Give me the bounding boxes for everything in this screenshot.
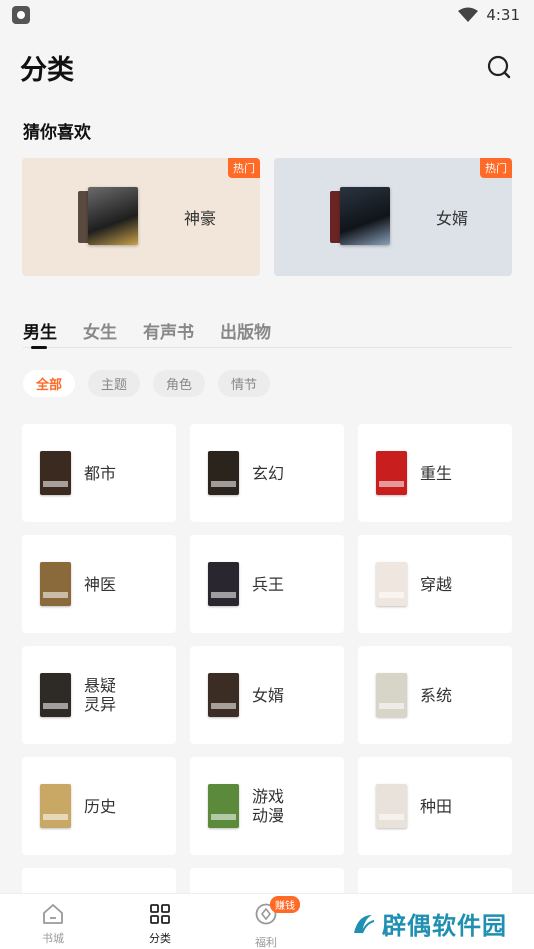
category-label: 悬疑灵异 [84, 676, 117, 714]
book-cover [208, 562, 239, 606]
category-cell[interactable]: 都市 [22, 424, 176, 522]
page-title: 分类 [20, 54, 74, 86]
book-cover [88, 187, 138, 245]
book-cover [376, 673, 407, 717]
hot-badge: 热门 [228, 158, 260, 178]
nav-label: 分类 [149, 932, 171, 945]
nav-welfare[interactable]: 赚钱 福利 [236, 896, 300, 949]
chip-role[interactable]: 角色 [153, 370, 206, 397]
app-notification-icon [12, 6, 30, 24]
status-bar: 4:31 [0, 0, 534, 30]
home-icon [43, 904, 63, 924]
filter-chips: 全部 主题 角色 情节 [23, 370, 271, 397]
category-label: 系统 [420, 685, 453, 705]
category-label: 兵王 [252, 574, 285, 594]
section-title-guess: 猜你喜欢 [23, 123, 91, 143]
category-cell[interactable]: 重生 [358, 424, 512, 522]
book-covers [330, 187, 400, 247]
earn-badge: 赚钱 [270, 896, 300, 913]
hot-badge: 热门 [480, 158, 512, 178]
watermark: 辟偶软件园 [350, 906, 507, 941]
recommend-card-nvxu[interactable]: 女婿 热门 [274, 158, 512, 276]
tab-publication[interactable]: 出版物 [220, 318, 271, 348]
nav-label: 书城 [42, 932, 64, 945]
category-label: 玄幻 [252, 463, 285, 483]
category-label: 历史 [84, 796, 117, 816]
category-label: 游戏动漫 [252, 787, 285, 825]
book-cover [376, 451, 407, 495]
category-label: 都市 [84, 463, 117, 483]
category-cell[interactable]: 系统 [358, 646, 512, 744]
category-cell[interactable]: 种田 [358, 757, 512, 855]
book-cover [40, 451, 71, 495]
category-label: 神医 [84, 574, 117, 594]
category-label: 穿越 [420, 574, 453, 594]
category-cell[interactable]: 神医 [22, 535, 176, 633]
category-cell[interactable]: 兵王 [190, 535, 344, 633]
category-label: 重生 [420, 463, 453, 483]
book-covers [78, 187, 148, 247]
watermark-text: 辟偶软件园 [382, 912, 507, 940]
chip-plot[interactable]: 情节 [218, 370, 271, 397]
chip-all[interactable]: 全部 [23, 370, 76, 397]
chip-theme[interactable]: 主题 [88, 370, 141, 397]
nav-category[interactable]: 分类 [130, 902, 190, 946]
book-cover [40, 673, 71, 717]
category-tabs: 男生 女生 有声书 出版物 [23, 318, 512, 349]
book-cover [208, 451, 239, 495]
nav-label: 福利 [255, 936, 277, 949]
header: 分类 [20, 42, 512, 92]
category-cell[interactable]: 游戏动漫 [190, 757, 344, 855]
category-grid: 都市 玄幻 重生神医 兵王 穿越悬疑灵异 女婿 系统历史 游戏动漫 种田 [22, 424, 512, 898]
book-cover [376, 562, 407, 606]
book-cover [340, 187, 390, 245]
category-cell[interactable]: 历史 [22, 757, 176, 855]
recommend-label: 女婿 [436, 209, 469, 228]
wifi-icon [458, 7, 479, 22]
category-label: 女婿 [252, 685, 285, 705]
nav-bookstore[interactable]: 书城 [23, 902, 83, 946]
watermark-logo-icon [354, 914, 375, 933]
recommend-card-shenhao[interactable]: 神豪 热门 [22, 158, 260, 276]
book-cover [40, 562, 71, 606]
book-cover [208, 784, 239, 828]
status-time: 4:31 [486, 6, 520, 24]
category-cell[interactable]: 穿越 [358, 535, 512, 633]
book-cover [208, 673, 239, 717]
book-cover [376, 784, 407, 828]
search-button[interactable] [486, 54, 512, 80]
search-icon [487, 55, 511, 79]
tab-audiobook[interactable]: 有声书 [143, 318, 194, 348]
category-cell[interactable]: 女婿 [190, 646, 344, 744]
category-cell[interactable]: 悬疑灵异 [22, 646, 176, 744]
category-cell[interactable]: 玄幻 [190, 424, 344, 522]
tab-female[interactable]: 女生 [83, 318, 117, 348]
category-label: 种田 [420, 796, 453, 816]
recommend-label: 神豪 [184, 209, 217, 228]
book-cover [40, 784, 71, 828]
tab-male[interactable]: 男生 [23, 318, 57, 349]
grid-icon [150, 904, 170, 924]
